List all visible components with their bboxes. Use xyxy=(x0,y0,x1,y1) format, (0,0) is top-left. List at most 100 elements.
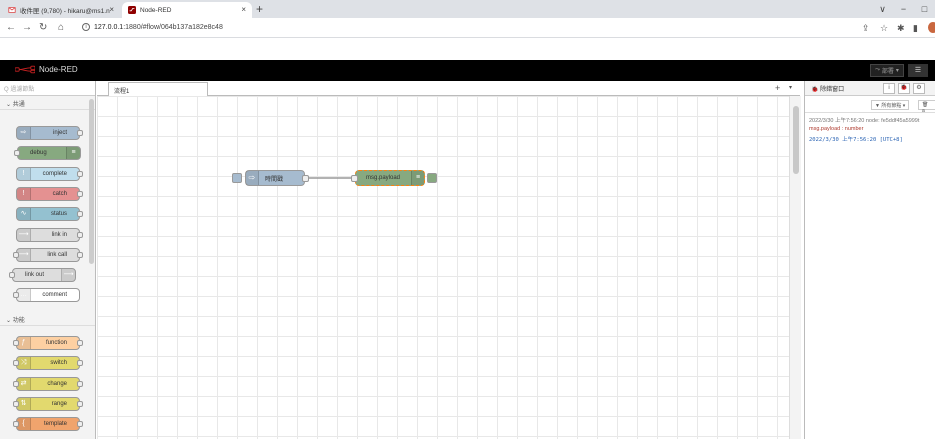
tab-title: Node-RED xyxy=(140,6,172,14)
scrollbar-thumb[interactable] xyxy=(793,106,799,174)
chevron-down-icon: ⌄ xyxy=(6,102,13,108)
node-palette: Q 過濾節點 ⌄ 共通 ⇨ inject ≡ debug! complete! catch… xyxy=(0,81,96,439)
palette-node-label: template xyxy=(43,421,67,428)
palette-search-input[interactable]: Q 過濾節點 xyxy=(0,81,95,96)
share-icon[interactable]: ⇪ xyxy=(862,22,870,34)
tab-flow-1[interactable]: 流程1 xyxy=(108,82,208,97)
flow-list-dropdown-icon[interactable]: ▾ xyxy=(789,84,792,91)
palette-scrollbar[interactable] xyxy=(89,99,94,264)
debug-message-meta: 2022/3/30 上午7:56:20 node: fe5ddf45a5999t xyxy=(809,118,920,124)
url-field[interactable]: i 127.0.0.1:1880/#flow/064b137a182e8c48 xyxy=(82,22,223,34)
palette-node-label: link in xyxy=(51,231,67,238)
list-icon: ≡ xyxy=(411,171,424,185)
palette-node-label: catch xyxy=(52,190,67,197)
palette-node-comment[interactable]: … comment xyxy=(13,288,80,303)
node-red-favicon-icon xyxy=(128,6,136,14)
palette-node-label: complete xyxy=(42,170,67,177)
debug-filter-button[interactable]: ▼ 所有節點 ▾ xyxy=(871,100,910,110)
deploy-button[interactable]: ⤳ 部署 ▾ xyxy=(870,64,904,77)
palette-node-range[interactable]: ⇅ range xyxy=(13,396,83,411)
deploy-dropdown-icon[interactable]: ▾ xyxy=(896,67,899,74)
new-tab-button[interactable]: + xyxy=(256,2,263,16)
pulse-icon: ∿ xyxy=(17,208,31,221)
forward-icon[interactable]: → xyxy=(22,22,32,34)
palette-node-link-out[interactable]: ⟶ link out xyxy=(9,268,76,283)
workspace-tabs: 流程1 + ▾ xyxy=(97,81,800,97)
browser-tab-nodered[interactable]: Node-RED × xyxy=(122,2,252,18)
flow-node-label: 時間戳 xyxy=(265,176,284,183)
url-path: :1880/#flow/064b137a182e8c48 xyxy=(123,24,223,31)
tab-search-button[interactable]: ∨ xyxy=(872,4,893,15)
profile-avatar[interactable] xyxy=(928,22,935,33)
flow-node-debug[interactable]: msg.payload ≡ xyxy=(351,170,425,186)
flow-node-inject[interactable]: ⇨ 時間戳 xyxy=(245,170,309,186)
url-host: 127.0.0.1 xyxy=(94,24,124,31)
debug-tab-icon[interactable]: 🐞 xyxy=(898,83,910,94)
minimize-button[interactable]: − xyxy=(893,4,914,14)
reload-icon[interactable]: ↻ xyxy=(39,22,47,34)
palette-node-change[interactable]: ⇄ change xyxy=(13,376,83,391)
bookmark-star-icon[interactable]: ☆ xyxy=(880,22,888,34)
debug-message-topic: msg.payload : number xyxy=(809,126,864,132)
gmail-icon xyxy=(8,7,16,13)
palette-node-link-in[interactable]: ⟶ link in xyxy=(16,227,83,242)
palette-node-status[interactable]: ∿ status xyxy=(16,207,83,222)
flow-node-label: msg.payload xyxy=(366,175,401,181)
palette-node-label: comment xyxy=(42,292,67,299)
palette-category-common[interactable]: ⌄ 共通 xyxy=(0,96,95,110)
arrow-right-icon: ⇨ xyxy=(246,171,259,185)
change-icon: ⇄ xyxy=(17,377,31,390)
input-port xyxy=(13,292,19,299)
extensions-icon[interactable]: ✱ xyxy=(897,22,905,34)
exclamation-icon: ! xyxy=(17,187,31,200)
palette-node-template[interactable]: {template xyxy=(13,417,83,432)
address-bar: ← → ↻ ⌂ i 127.0.0.1:1880/#flow/064b137a18… xyxy=(0,18,935,38)
input-port xyxy=(13,360,19,367)
palette-node-switch[interactable]: ⤨ switch xyxy=(13,356,83,371)
output-port[interactable] xyxy=(302,175,309,182)
back-icon[interactable]: ← xyxy=(6,22,16,34)
sidebar-title[interactable]: 🐞 除錯窗口 xyxy=(811,84,844,93)
sidebar-icon[interactable]: ▮ xyxy=(913,22,918,34)
browser-tab-gmail[interactable]: 收件匣 (9,780) - hikaru@ms1.n × xyxy=(2,2,120,18)
palette-node-complete[interactable]: ! complete xyxy=(16,166,83,181)
output-port xyxy=(77,340,83,346)
clear-debug-button[interactable]: 🗑 a xyxy=(918,100,935,114)
site-info-icon[interactable]: i xyxy=(82,23,90,32)
sidebar-debug: 🐞 除錯窗口 i 🐞 ⚙ ▼ 所有節點 ▾ 🗑 a 2022/3/30 上午7:… xyxy=(804,81,935,439)
info-tab-icon[interactable]: i xyxy=(883,83,895,94)
palette-node-debug[interactable]: ≡ debug xyxy=(14,146,81,161)
arrow-right-icon: ⇨ xyxy=(17,127,31,139)
function-icon: ƒ xyxy=(17,337,31,349)
app-title: Node-RED xyxy=(39,65,78,74)
palette-node-inject[interactable]: ⇨ inject xyxy=(16,126,83,140)
exclamation-icon: ! xyxy=(17,167,31,180)
debug-message-value[interactable]: 2022/3/30 上午7:56:20 [UTC+8] xyxy=(809,136,935,144)
input-port xyxy=(13,421,19,428)
workspace-canvas[interactable]: ⇨ 時間戳 msg.payload ≡ xyxy=(97,96,789,439)
palette-category-function[interactable]: ⌄ 功能 xyxy=(0,312,95,326)
input-port[interactable] xyxy=(351,175,358,182)
close-tab-icon[interactable]: × xyxy=(109,5,114,14)
debug-bug-icon: 🐞 xyxy=(811,87,821,93)
comment-icon: … xyxy=(17,289,31,302)
output-port xyxy=(77,380,83,387)
maximize-button[interactable]: □ xyxy=(914,4,935,14)
sidebar-header: 🐞 除錯窗口 i 🐞 ⚙ xyxy=(805,81,935,96)
palette-node-catch[interactable]: ! catch xyxy=(16,186,83,201)
palette-node-label: link call xyxy=(47,251,67,258)
output-port xyxy=(77,211,83,218)
palette-node-link-call[interactable]: ⟶ link call xyxy=(13,247,83,262)
close-tab-icon[interactable]: × xyxy=(241,5,246,14)
main-menu-icon[interactable]: ☰ xyxy=(908,64,928,77)
window-controls: ∨ − □ xyxy=(872,0,935,18)
home-icon[interactable]: ⌂ xyxy=(58,22,64,34)
canvas-scrollbar[interactable] xyxy=(789,96,801,439)
inject-trigger-button[interactable] xyxy=(232,173,242,183)
config-tab-icon[interactable]: ⚙ xyxy=(913,83,925,94)
link-icon: ⟶ xyxy=(17,228,31,241)
debug-toggle-button[interactable] xyxy=(427,173,437,183)
palette-node-function[interactable]: ƒ function xyxy=(13,336,83,350)
debug-toolbar: ▼ 所有節點 ▾ 🗑 a xyxy=(805,97,935,114)
add-flow-icon[interactable]: + xyxy=(775,83,780,93)
